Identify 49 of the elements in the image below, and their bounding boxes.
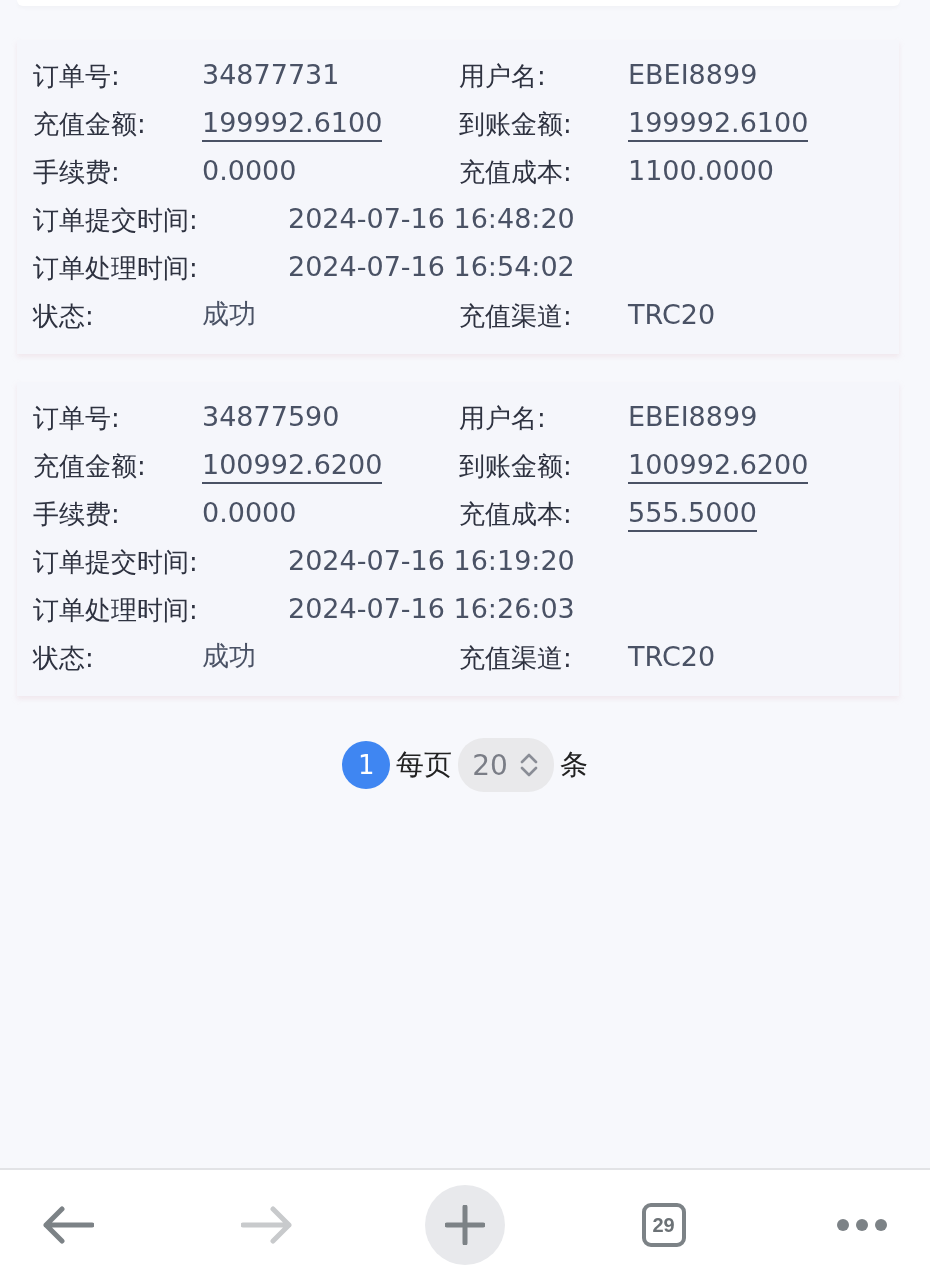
back-arrow-icon — [42, 1205, 94, 1245]
field-label: 手续费: — [33, 155, 121, 189]
tabs-button[interactable]: 29 — [623, 1185, 704, 1265]
field-value: 1100.0000 — [628, 154, 774, 188]
field-label: 到账金额: — [459, 107, 573, 141]
field-label: 状态: — [33, 641, 95, 675]
field-value: 成功 — [202, 639, 256, 673]
field-label: 充值成本: — [459, 155, 573, 189]
field-value: 0.0000 — [202, 154, 297, 188]
field-label: 订单提交时间: — [33, 203, 199, 237]
field-label: 充值成本: — [459, 497, 573, 531]
field-label: 手续费: — [33, 497, 121, 531]
field-label: 订单提交时间: — [33, 545, 199, 579]
field-value: 555.5000 — [628, 496, 757, 532]
per-page-label: 每页 — [396, 747, 453, 783]
field-label: 充值渠道: — [459, 641, 573, 675]
field-value: 199992.6100 — [202, 106, 383, 142]
field-value: 34877590 — [202, 400, 340, 434]
page-button[interactable]: 1 — [342, 741, 391, 789]
field-label: 到账金额: — [459, 449, 573, 483]
field-value: TRC20 — [628, 298, 716, 332]
field-value: 100992.6200 — [628, 448, 809, 484]
field-value: 34877731 — [202, 58, 340, 92]
field-value: TRC20 — [628, 640, 716, 674]
field-label: 订单处理时间: — [33, 251, 199, 285]
forward-arrow-icon — [240, 1205, 293, 1245]
field-value: 199992.6100 — [628, 106, 809, 142]
field-value: 100992.6200 — [202, 448, 383, 484]
field-label: 用户名: — [459, 59, 547, 93]
field-value: 0.0000 — [202, 496, 297, 530]
field-value: 成功 — [202, 297, 256, 331]
field-value: EBEI8899 — [628, 58, 758, 92]
field-label: 订单号: — [33, 401, 121, 435]
per-page-unit: 条 — [559, 747, 588, 783]
field-value: 2024-07-16 16:54:02 — [288, 250, 575, 284]
page-size-select[interactable]: 20 — [458, 738, 554, 792]
field-value: 2024-07-16 16:48:20 — [288, 202, 575, 236]
field-label: 订单号: — [33, 59, 121, 93]
field-label: 状态: — [33, 299, 95, 333]
field-label: 充值渠道: — [459, 299, 573, 333]
more-icon — [836, 1218, 888, 1232]
field-label: 用户名: — [459, 401, 547, 435]
field-value: 2024-07-16 16:19:20 — [288, 544, 575, 578]
field-value: 2024-07-16 16:26:03 — [288, 592, 575, 626]
field-value: EBEI8899 — [628, 400, 758, 434]
field-label: 充值金额: — [33, 449, 147, 483]
field-label: 充值金额: — [33, 107, 147, 141]
plus-icon — [445, 1205, 485, 1245]
field-label: 订单处理时间: — [33, 593, 199, 627]
